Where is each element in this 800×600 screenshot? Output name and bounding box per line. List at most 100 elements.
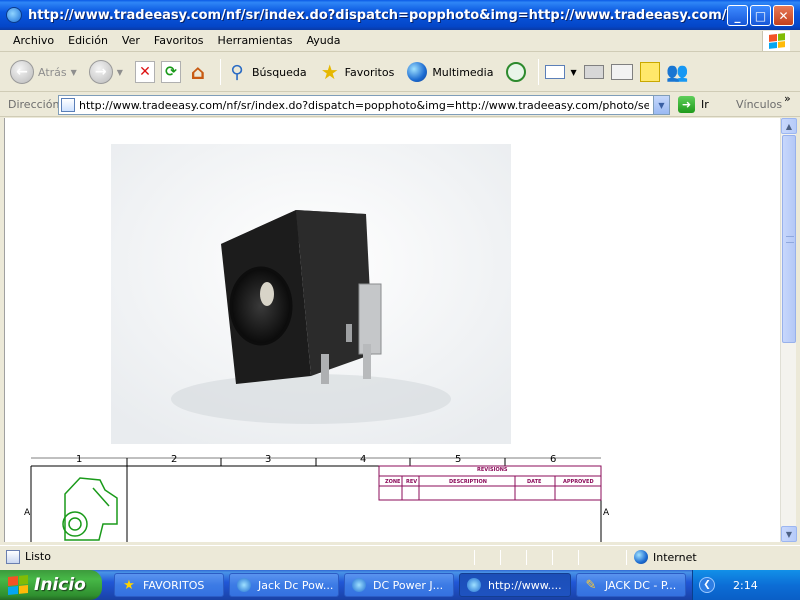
- taskbar-item-jack-dc-p[interactable]: ✎ JACK DC - P...: [576, 573, 686, 597]
- multimedia-button[interactable]: Multimedia: [406, 56, 493, 88]
- ie-icon: [351, 577, 367, 593]
- taskbar-item-favoritos[interactable]: ★ FAVORITOS: [114, 573, 224, 597]
- messenger-icon: 👥: [666, 61, 689, 83]
- standard-toolbar: ← Atrás ▼ → ▼ ✕ ⟳ ⌂ ⚲ Búsqueda ★ Favorit…: [0, 53, 800, 92]
- column-number: 1: [76, 454, 83, 465]
- notes-button[interactable]: [639, 56, 661, 88]
- vertical-scrollbar[interactable]: ▲ ▼: [780, 118, 797, 542]
- internet-globe-icon: [634, 550, 648, 564]
- star-icon: ★: [320, 60, 339, 84]
- menu-favoritos[interactable]: Favoritos: [147, 34, 211, 47]
- links-chevron-icon: »: [784, 92, 791, 105]
- sticky-note-icon: [639, 61, 661, 83]
- links-button[interactable]: Vínculos »: [736, 92, 791, 111]
- forward-button[interactable]: → ▼: [88, 56, 123, 88]
- security-zone[interactable]: Internet: [634, 550, 697, 564]
- favorites-label: Favoritos: [344, 65, 395, 79]
- scroll-up-button[interactable]: ▲: [781, 118, 797, 134]
- task-label: FAVORITOS: [143, 578, 205, 592]
- address-url[interactable]: http://www.tradeeasy.com/nf/sr/index.do?…: [79, 99, 649, 112]
- mail-icon: [544, 61, 566, 83]
- menu-herramientas[interactable]: Herramientas: [211, 34, 300, 47]
- address-label: Dirección: [8, 98, 60, 111]
- search-button[interactable]: ⚲ Búsqueda: [226, 56, 307, 88]
- history-button[interactable]: [505, 56, 527, 88]
- star-icon: ★: [123, 577, 135, 593]
- go-label: Ir: [701, 98, 709, 111]
- forward-arrow-icon: →: [88, 60, 113, 84]
- revision-header: DATE: [527, 479, 542, 485]
- ie-icon: [236, 577, 252, 593]
- start-button[interactable]: Inicio: [0, 570, 102, 600]
- toolbar-separator: [538, 59, 540, 85]
- drawing-column-numbers: 1 2 3 4 5 6: [5, 454, 780, 468]
- print-button[interactable]: [583, 56, 605, 88]
- mail-dropdown-icon[interactable]: ▼: [570, 68, 576, 77]
- revision-header: REV: [406, 479, 418, 485]
- address-input[interactable]: http://www.tradeeasy.com/nf/sr/index.do?…: [58, 95, 670, 115]
- page-icon: [61, 98, 75, 112]
- stop-icon: ✕: [134, 61, 155, 83]
- status-divider: [626, 550, 627, 565]
- back-button[interactable]: ← Atrás ▼: [10, 56, 77, 88]
- page-status-icon: [6, 549, 20, 564]
- start-label: Inicio: [34, 575, 86, 595]
- grip-icon: [786, 236, 794, 243]
- column-number: 5: [455, 454, 462, 465]
- edit-document-icon: [610, 61, 633, 83]
- menu-archivo[interactable]: Archivo: [6, 34, 61, 47]
- ie-icon: [466, 577, 482, 593]
- revision-header: APPROVED: [563, 479, 594, 485]
- column-number: 3: [265, 454, 272, 465]
- minimize-button[interactable]: _: [727, 5, 748, 26]
- search-icon: ⚲: [230, 61, 244, 83]
- taskbar-item-jack-dc-pow[interactable]: Jack Dc Pow...: [229, 573, 339, 597]
- ie-icon: [6, 7, 22, 23]
- revisions-title: REVISIONS: [477, 467, 508, 473]
- favorites-button[interactable]: ★ Favoritos: [319, 56, 395, 88]
- status-divider: [500, 550, 501, 565]
- forward-dropdown-icon[interactable]: ▼: [117, 68, 123, 77]
- status-text: Listo: [25, 550, 51, 563]
- address-bar: Dirección http://www.tradeeasy.com/nf/sr…: [0, 92, 800, 117]
- links-label: Vínculos: [736, 98, 783, 111]
- edit-button[interactable]: [610, 56, 633, 88]
- mail-button[interactable]: ▼: [544, 56, 577, 88]
- status-divider: [578, 550, 579, 565]
- address-dropdown-icon[interactable]: ▼: [653, 96, 669, 114]
- messenger-button[interactable]: 👥: [666, 56, 689, 88]
- column-number: 6: [550, 454, 557, 465]
- menu-ver[interactable]: Ver: [115, 34, 147, 47]
- back-label: Atrás: [38, 65, 67, 79]
- close-button[interactable]: ✕: [773, 5, 794, 26]
- search-label: Búsqueda: [251, 65, 307, 79]
- back-arrow-icon: ←: [10, 60, 34, 84]
- stop-button[interactable]: ✕: [134, 56, 155, 88]
- back-dropdown-icon[interactable]: ▼: [71, 68, 77, 77]
- taskbar: Inicio ★ FAVORITOS Jack Dc Pow... DC Pow…: [0, 570, 800, 600]
- column-number: 4: [360, 454, 367, 465]
- taskbar-item-http-active[interactable]: http://www....: [459, 573, 571, 597]
- task-label: JACK DC - P...: [605, 578, 677, 592]
- show-hidden-icons-chevron-icon[interactable]: ❮: [699, 577, 715, 593]
- clock[interactable]: 2:14: [733, 579, 758, 592]
- go-button[interactable]: ➜ Ir: [678, 96, 709, 113]
- revision-headers: ZONE REV DESCRIPTION DATE APPROVED: [379, 478, 601, 488]
- menu-edicion[interactable]: Edición: [61, 34, 115, 47]
- maximize-button[interactable]: □: [750, 5, 771, 26]
- column-number: 2: [171, 454, 178, 465]
- window-title: http://www.tradeeasy.com/nf/sr/index.do?…: [28, 7, 740, 23]
- refresh-button[interactable]: ⟳: [160, 56, 181, 88]
- window-titlebar[interactable]: http://www.tradeeasy.com/nf/sr/index.do?…: [0, 0, 800, 30]
- scroll-thumb[interactable]: [782, 135, 796, 343]
- scroll-down-button[interactable]: ▼: [781, 526, 797, 542]
- home-button[interactable]: ⌂: [187, 56, 209, 88]
- status-divider: [552, 550, 553, 565]
- toolbar-separator: [219, 59, 221, 85]
- paint-icon: ✎: [585, 577, 597, 593]
- menu-ayuda[interactable]: Ayuda: [299, 34, 347, 47]
- task-label: DC Power J...: [373, 578, 444, 592]
- refresh-icon: ⟳: [160, 61, 181, 83]
- multimedia-globe-icon: [406, 61, 428, 83]
- taskbar-item-dc-power-j[interactable]: DC Power J...: [344, 573, 454, 597]
